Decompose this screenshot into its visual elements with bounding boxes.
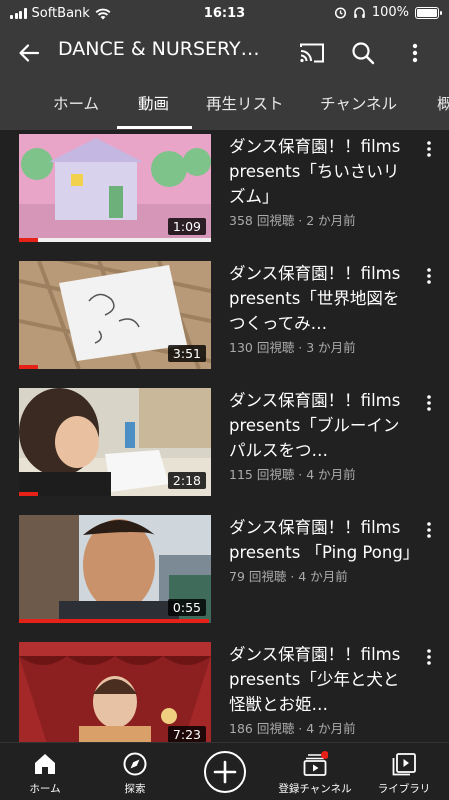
video-item[interactable]: 1:09 ダンス保育園！！films presents「ちいさいリズム」 358… — [0, 134, 449, 244]
video-stats: 358 回視聴 · 2 か月前 — [229, 213, 356, 228]
create-plus-icon — [204, 751, 246, 793]
video-meta[interactable]: ダンス保育園！！films presents「ブルーインパルスをつ… 115 回… — [229, 388, 413, 483]
video-thumbnail[interactable]: 3:51 — [19, 261, 211, 369]
video-duration: 2:18 — [167, 472, 206, 489]
tab-playlists[interactable]: 再生リスト — [206, 92, 284, 114]
tab-videos[interactable]: 動画 — [138, 92, 169, 114]
video-list: 1:09 ダンス保育園！！films presents「ちいさいリズム」 358… — [0, 130, 449, 742]
cast-icon[interactable] — [298, 39, 326, 67]
video-title[interactable]: ダンス保育園！！films presents「ブルーインパルスをつ… — [229, 388, 413, 463]
video-duration: 1:09 — [167, 218, 206, 235]
tab-channels[interactable]: チャンネル — [320, 92, 397, 114]
home-icon — [35, 754, 55, 774]
video-menu-icon[interactable] — [421, 646, 437, 668]
video-title[interactable]: ダンス保育園！！films presents「少年と犬と怪獣とお姫… — [229, 642, 413, 717]
video-thumbnail[interactable]: 7:23 — [19, 642, 211, 742]
status-bar: SoftBank 16:13 100% — [0, 0, 449, 28]
watch-progress-bar — [19, 492, 39, 496]
video-item[interactable]: 2:18 ダンス保育園！！films presents「ブルーインパルスをつ… … — [0, 388, 449, 498]
video-duration: 7:23 — [167, 726, 206, 742]
bottom-navigation: ホーム 探索 登録チャンネル ライブラリ — [0, 742, 449, 800]
search-icon[interactable] — [349, 39, 377, 67]
channel-tabs: ホーム 動画 再生リスト チャンネル 概 — [0, 78, 449, 130]
nav-home[interactable]: ホーム — [0, 743, 90, 800]
channel-title: DANCE & NURSERY… — [58, 38, 260, 60]
video-meta[interactable]: ダンス保育園！！films presents「少年と犬と怪獣とお姫… 186 回… — [229, 642, 413, 737]
video-menu-icon[interactable] — [421, 519, 437, 541]
nav-library[interactable]: ライブラリ — [359, 743, 449, 800]
video-meta[interactable]: ダンス保育園！！films presents 「Ping Pong」 79 回視… — [229, 515, 413, 585]
explore-icon — [123, 752, 147, 776]
video-menu-icon[interactable] — [421, 265, 437, 287]
status-right: 100% — [334, 5, 442, 20]
nav-home-label: ホーム — [29, 783, 61, 795]
tab-about[interactable]: 概 — [437, 92, 449, 114]
watch-progress-bar — [19, 365, 39, 369]
video-duration: 0:55 — [167, 599, 206, 616]
watch-progress-bar — [19, 238, 39, 242]
video-stats: 186 回視聴 · 4 か月前 — [229, 721, 356, 736]
video-item[interactable]: 3:51 ダンス保育園！！films presents「世界地図をつくってみ… … — [0, 261, 449, 371]
app-bar: DANCE & NURSERY… — [0, 28, 449, 78]
active-tab-indicator — [117, 126, 192, 129]
nav-library-label: ライブラリ — [377, 783, 431, 795]
nav-subscriptions[interactable]: 登録チャンネル — [270, 743, 360, 800]
more-vert-icon[interactable] — [401, 39, 429, 67]
video-thumbnail[interactable]: 1:09 — [19, 134, 211, 242]
headphones-icon — [354, 7, 365, 18]
nav-explore[interactable]: 探索 — [90, 743, 180, 800]
video-stats: 79 回視聴 · 4 か月前 — [229, 569, 348, 584]
video-meta[interactable]: ダンス保育園！！films presents「ちいさいリズム」 358 回視聴 … — [229, 134, 413, 229]
nav-create[interactable] — [180, 743, 270, 800]
video-thumbnail[interactable]: 0:55 — [19, 515, 211, 623]
library-icon — [392, 753, 416, 776]
video-title[interactable]: ダンス保育園！！films presents「ちいさいリズム」 — [229, 134, 413, 209]
video-menu-icon[interactable] — [421, 138, 437, 160]
video-thumbnail[interactable]: 2:18 — [19, 388, 211, 496]
back-arrow-icon[interactable] — [16, 40, 42, 66]
video-menu-icon[interactable] — [421, 392, 437, 414]
video-stats: 130 回視聴 · 3 か月前 — [229, 340, 356, 355]
tab-home[interactable]: ホーム — [53, 92, 99, 114]
nav-explore-label: 探索 — [124, 783, 146, 795]
video-item[interactable]: 7:23 ダンス保育園！！films presents「少年と犬と怪獣とお姫… … — [0, 642, 449, 742]
watch-progress-bar — [19, 619, 210, 623]
alarm-icon — [334, 7, 346, 19]
video-title[interactable]: ダンス保育園！！films presents「世界地図をつくってみ… — [229, 261, 413, 336]
subscriptions-icon — [303, 751, 328, 776]
video-duration: 3:51 — [167, 345, 206, 362]
nav-subscriptions-label: 登録チャンネル — [278, 783, 352, 795]
video-meta[interactable]: ダンス保育園！！films presents「世界地図をつくってみ… 130 回… — [229, 261, 413, 356]
video-item[interactable]: 0:55 ダンス保育園！！films presents 「Ping Pong」 … — [0, 515, 449, 625]
video-title[interactable]: ダンス保育園！！films presents 「Ping Pong」 — [229, 515, 413, 565]
battery-icon — [415, 6, 442, 19]
battery-percent: 100% — [371, 5, 409, 20]
video-stats: 115 回視聴 · 4 か月前 — [229, 467, 356, 482]
